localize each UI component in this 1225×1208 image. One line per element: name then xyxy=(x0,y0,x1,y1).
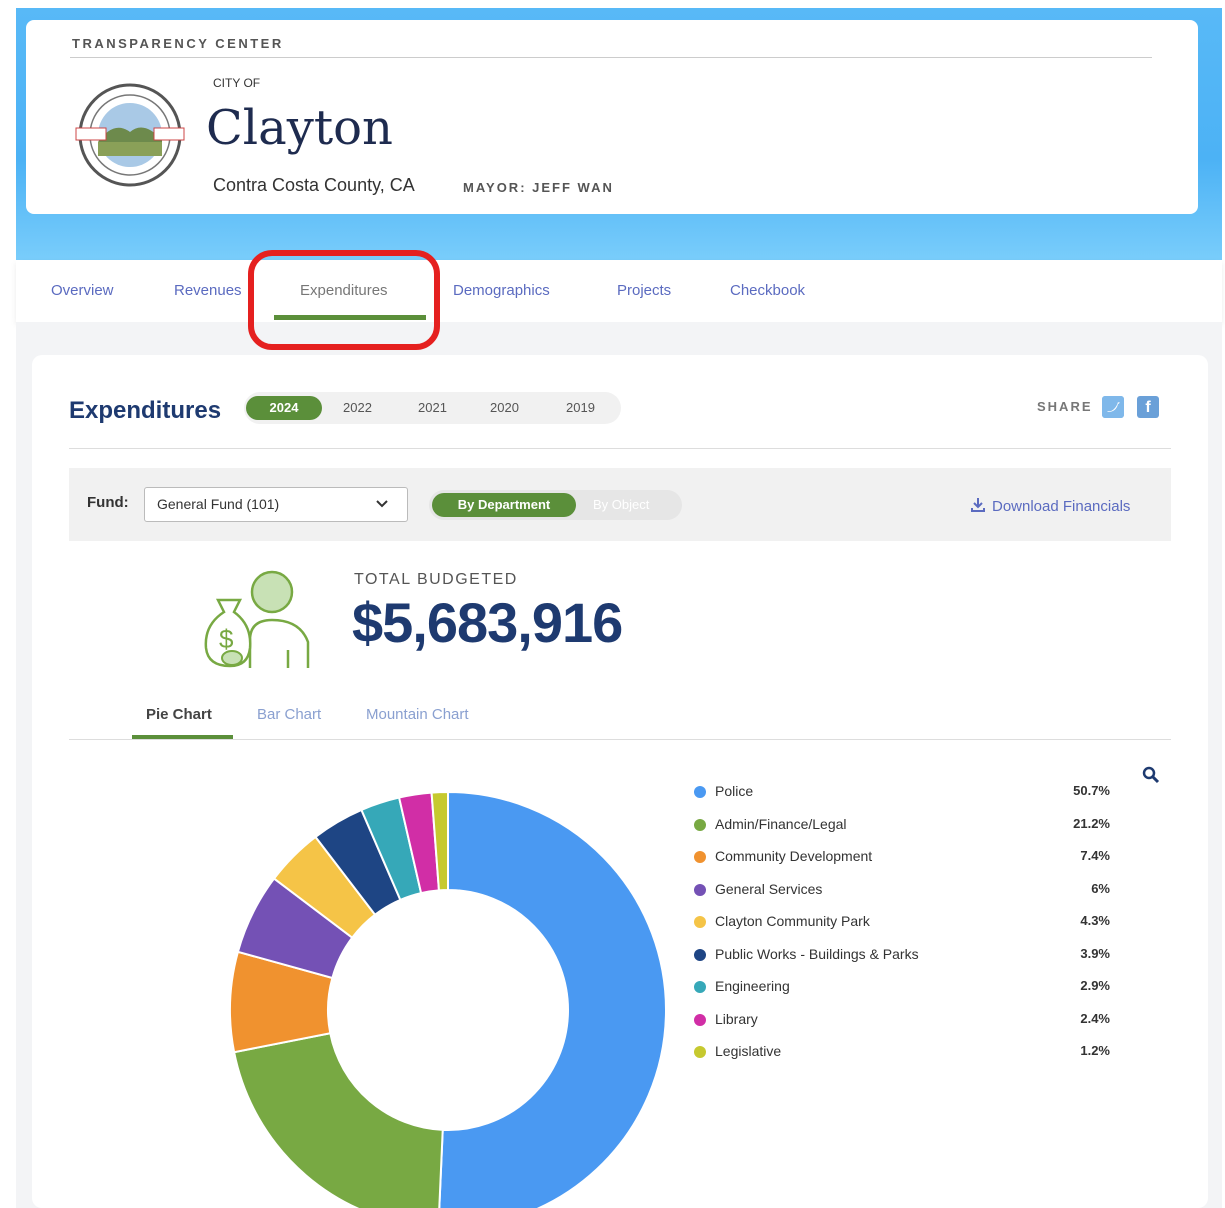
fund-select-value[interactable]: General Fund (101) xyxy=(157,496,279,512)
legend-label: Legislative xyxy=(715,1043,782,1059)
svg-text:$: $ xyxy=(219,624,234,654)
download-icon xyxy=(971,498,985,512)
legend-dot xyxy=(694,883,706,896)
legend-dot xyxy=(694,948,706,961)
legend-percent: 2.4% xyxy=(1080,1010,1110,1026)
legend-label: Public Works - Buildings & Parks xyxy=(715,945,919,962)
nav-demographics[interactable]: Demographics xyxy=(453,282,550,299)
legend-dot xyxy=(694,786,706,798)
money-bag-person-icon: $ xyxy=(204,570,310,668)
total-budgeted-label: TOTAL BUDGETED xyxy=(354,571,518,588)
donut-slice-police[interactable] xyxy=(438,790,668,1208)
nav-revenues[interactable]: Revenues xyxy=(174,282,242,299)
legend-label: Admin/Finance/Legal xyxy=(715,815,847,832)
tab-mountain-chart[interactable]: Mountain Chart xyxy=(366,706,469,723)
tab-bar-chart[interactable]: Bar Chart xyxy=(257,706,321,723)
section-divider xyxy=(69,448,1171,449)
twitter-icon[interactable] xyxy=(1102,396,1124,418)
legend-dot xyxy=(694,818,706,831)
year-2020[interactable]: 2020 xyxy=(490,400,519,415)
legend-percent: 4.3% xyxy=(1080,913,1110,928)
legend-label: Police xyxy=(715,783,754,799)
download-financials-label: Download Financials xyxy=(992,498,1131,515)
nav-projects[interactable]: Projects xyxy=(617,282,671,299)
legend-percent: 2.9% xyxy=(1080,978,1110,993)
legend-label: Engineering xyxy=(715,978,790,994)
city-of-label: CITY OF xyxy=(213,76,261,90)
nav-checkbook[interactable]: Checkbook xyxy=(730,282,805,299)
legend-dot xyxy=(694,1046,706,1058)
legend-percent: 3.9% xyxy=(1080,945,1110,961)
fund-label: Fund: xyxy=(87,494,129,511)
legend-percent: 21.2% xyxy=(1073,815,1110,831)
legend-label: General Services xyxy=(715,880,823,897)
total-budgeted-value: $5,683,916 xyxy=(352,591,623,654)
tab-pie-chart[interactable]: Pie Chart xyxy=(146,706,212,723)
header-divider xyxy=(70,57,1152,58)
year-2022[interactable]: 2022 xyxy=(343,400,372,415)
nav-overview[interactable]: Overview xyxy=(51,282,114,299)
expenditures-donut-chart[interactable] xyxy=(200,760,700,1208)
legend-percent: 50.7% xyxy=(1073,783,1110,798)
donut-slice-admin-finance-legal[interactable] xyxy=(232,1032,444,1208)
section-title: Expenditures xyxy=(69,397,222,424)
mayor-label: MAYOR: JEFF WAN xyxy=(463,180,614,195)
county-label: Contra Costa County, CA xyxy=(213,175,415,195)
legend-dot xyxy=(694,916,706,928)
legend-dot xyxy=(694,1013,706,1026)
by-object-toggle[interactable]: By Object xyxy=(593,497,649,512)
legend-percent: 1.2% xyxy=(1080,1043,1110,1058)
download-financials-link[interactable]: Download Financials xyxy=(970,497,1130,515)
legend-dot xyxy=(694,981,706,993)
facebook-icon[interactable]: f xyxy=(1137,396,1159,418)
chart-tabs-divider xyxy=(69,739,1171,740)
by-department-toggle[interactable]: By Department xyxy=(432,493,576,517)
chevron-down-icon[interactable] xyxy=(375,497,389,511)
city-name: Clayton xyxy=(206,100,393,156)
city-seal-logo xyxy=(75,83,185,187)
legend-label: Library xyxy=(715,1010,758,1027)
legend-label: Clayton Community Park xyxy=(715,913,870,929)
year-2024[interactable]: 2024 xyxy=(246,396,322,420)
transparency-center-label: TRANSPARENCY CENTER xyxy=(72,36,284,51)
magnify-icon[interactable] xyxy=(1142,766,1160,784)
legend-percent: 6% xyxy=(1091,880,1110,896)
legend-percent: 7.4% xyxy=(1080,848,1110,863)
legend-dot xyxy=(694,851,706,863)
legend-label: Community Development xyxy=(715,848,873,864)
year-2021[interactable]: 2021 xyxy=(418,400,447,415)
annotation-highlight-box xyxy=(248,250,440,350)
year-2019[interactable]: 2019 xyxy=(566,400,595,415)
share-label: SHARE xyxy=(1037,399,1093,414)
